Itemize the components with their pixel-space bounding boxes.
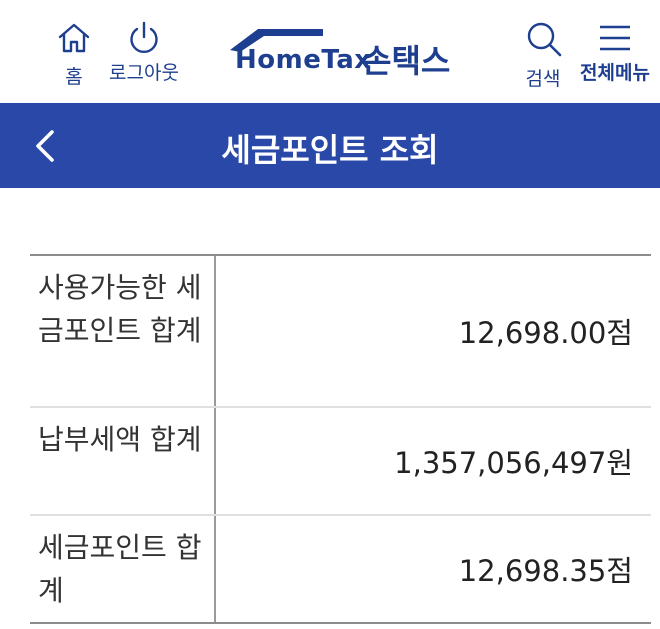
table-row: 사용가능한 세금포인트 합계 12,698.00점 — [30, 256, 651, 408]
logo-text-ko: 손택스 — [362, 42, 451, 80]
power-icon — [130, 21, 158, 54]
full-menu-button[interactable]: 전체메뉴 — [576, 20, 654, 85]
search-icon — [527, 22, 562, 57]
hamburger-icon — [600, 25, 630, 51]
row-value: 12,698.00점 — [458, 316, 633, 350]
row-value: 12,698.35점 — [458, 554, 633, 588]
search-label: 검색 — [525, 68, 561, 90]
row-value: 1,357,056,497원 — [394, 446, 633, 480]
logout-button[interactable]: 로그아웃 — [104, 20, 184, 85]
full-menu-label: 전체메뉴 — [580, 62, 650, 84]
home-icon — [58, 23, 90, 53]
hometax-logo[interactable]: HomeTax 손택스 — [228, 26, 464, 80]
row-label: 납부세액 합계 — [30, 408, 216, 514]
page-title: 세금포인트 조회 — [221, 131, 439, 169]
logout-label: 로그아웃 — [109, 62, 179, 84]
title-bar: 세금포인트 조회 — [0, 103, 660, 188]
logo-text-en: HomeTax — [235, 45, 372, 75]
row-label: 세금포인트 합계 — [30, 516, 216, 622]
table-row: 세금포인트 합계 12,698.35점 — [30, 516, 651, 622]
tax-point-table: 사용가능한 세금포인트 합계 12,698.00점 납부세액 합계 1,357,… — [30, 254, 651, 624]
home-button[interactable]: 홈 — [56, 20, 92, 89]
table-row: 납부세액 합계 1,357,056,497원 — [30, 408, 651, 516]
search-button[interactable]: 검색 — [522, 20, 564, 91]
app-header: 홈 로그아웃 HomeTax 손택스 검색 전체메뉴 — [0, 0, 660, 103]
home-label: 홈 — [65, 66, 83, 88]
row-label: 사용가능한 세금포인트 합계 — [30, 256, 216, 406]
